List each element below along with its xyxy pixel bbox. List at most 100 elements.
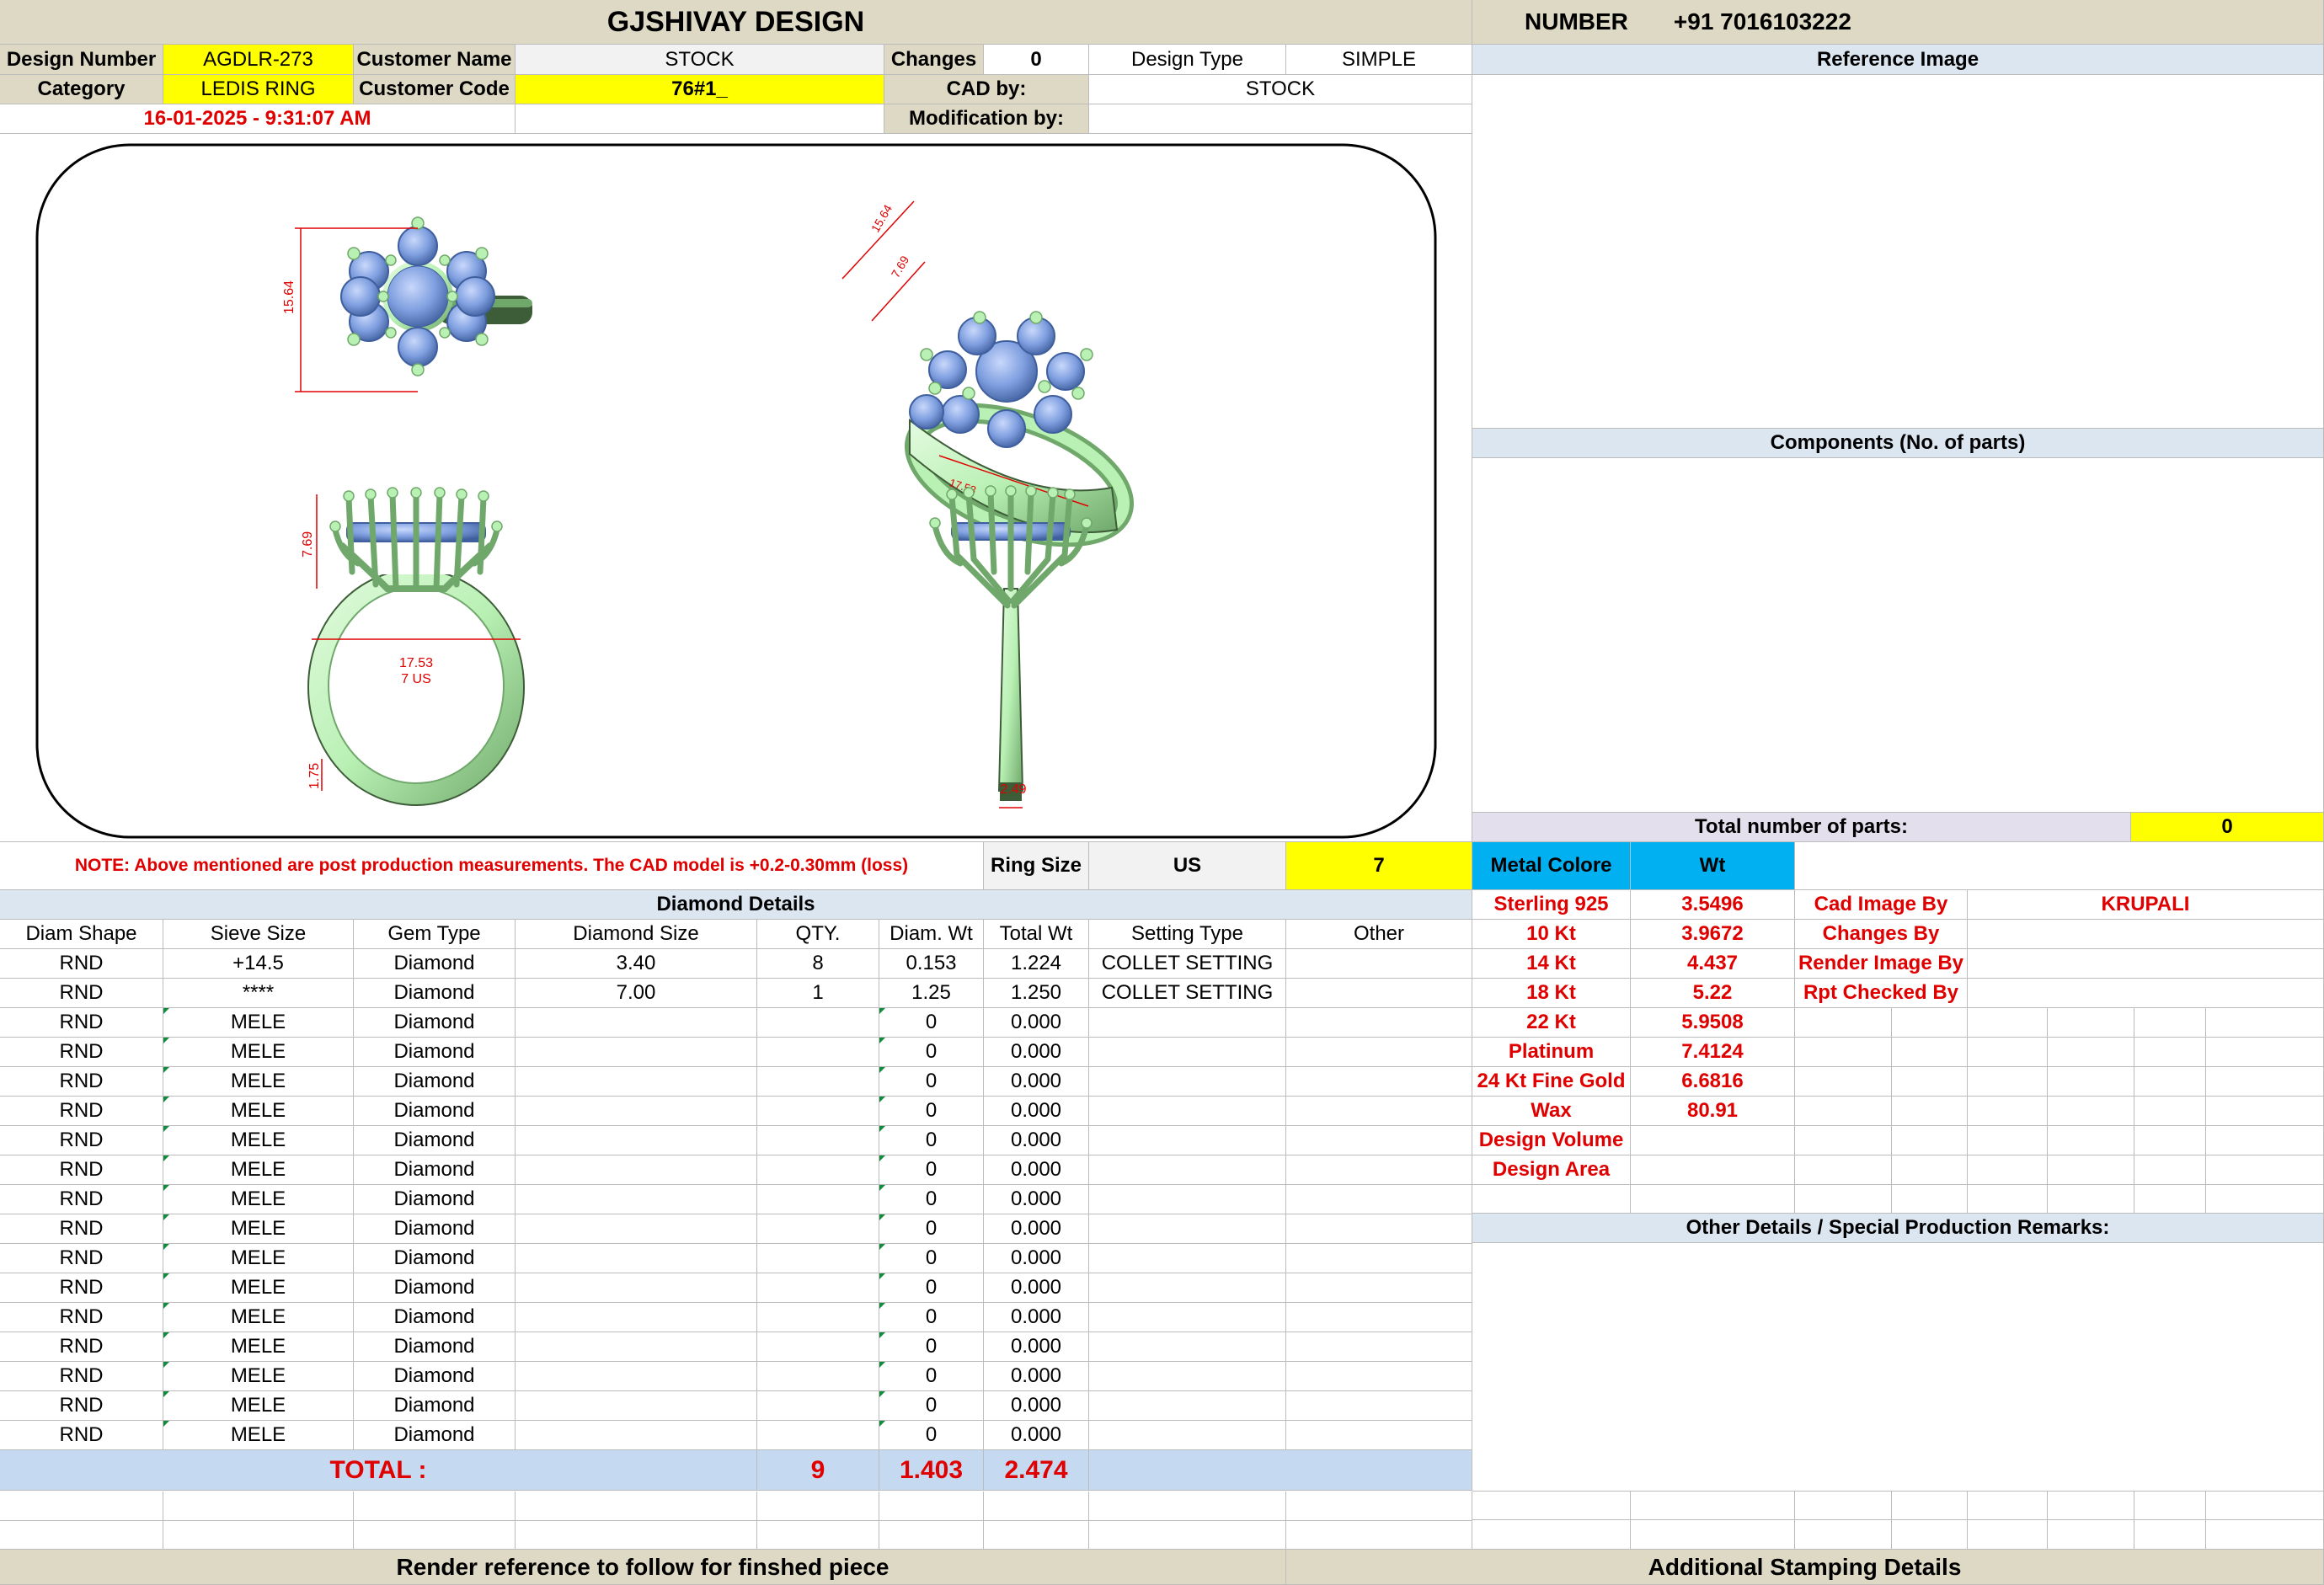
diamond-cell-qty[interactable]: 8 <box>757 949 879 979</box>
diamond-cell-gem-type[interactable]: Diamond <box>354 979 516 1008</box>
blank-cell[interactable] <box>1631 1492 1795 1520</box>
blank-cell[interactable] <box>0 1492 163 1521</box>
diamond-cell-total-wt[interactable]: 0.000 <box>984 1155 1089 1185</box>
metal-grid-cell[interactable] <box>1968 1008 2048 1038</box>
blank-cell[interactable] <box>757 1520 879 1550</box>
diamond-cell-other[interactable] <box>1286 1244 1472 1273</box>
diamond-cell-diam-wt[interactable]: 0 <box>879 1214 984 1244</box>
diamond-cell-setting-type[interactable] <box>1089 1273 1286 1303</box>
metal-wt[interactable]: 5.9508 <box>1631 1008 1795 1038</box>
diamond-cell-diam-shape[interactable]: RND <box>0 1155 163 1185</box>
diamond-cell-sieve-size[interactable]: MELE <box>163 1362 354 1391</box>
metal-grid-cell[interactable] <box>2206 1008 2324 1038</box>
diamond-cell-total-wt[interactable]: 0.000 <box>984 1362 1089 1391</box>
diamond-cell-gem-type[interactable]: Diamond <box>354 1067 516 1097</box>
diamond-cell-diam-shape[interactable]: RND <box>0 1126 163 1155</box>
diamond-cell-diam-wt[interactable]: 0 <box>879 1391 984 1421</box>
metal-grid-cell[interactable] <box>1795 1155 1892 1185</box>
metal-grid-cell[interactable] <box>1968 1097 2048 1126</box>
metal-grid-cell[interactable] <box>1795 1126 1892 1155</box>
diamond-cell-qty[interactable] <box>757 1303 879 1332</box>
blank-cell[interactable] <box>1892 1492 1968 1520</box>
diamond-cell-other[interactable] <box>1286 1362 1472 1391</box>
diamond-cell-setting-type[interactable] <box>1089 1155 1286 1185</box>
blank-cell[interactable] <box>1892 1520 1968 1550</box>
metal-grid-cell[interactable] <box>2048 1038 2134 1067</box>
diamond-cell-diam-shape[interactable]: RND <box>0 1038 163 1067</box>
metal-grid-cell[interactable] <box>2206 1185 2324 1214</box>
metal-wt[interactable]: 4.437 <box>1631 949 1795 979</box>
diamond-cell-diamond-size[interactable] <box>516 1362 757 1391</box>
diamond-cell-other[interactable] <box>1286 1126 1472 1155</box>
metal-blank-cell[interactable] <box>1631 1185 1795 1214</box>
diamond-cell-total-wt[interactable]: 0.000 <box>984 1097 1089 1126</box>
metal-grid-cell[interactable] <box>1795 1038 1892 1067</box>
metal-grid-cell[interactable] <box>1892 1067 1968 1097</box>
diamond-cell-total-wt[interactable]: 0.000 <box>984 1008 1089 1038</box>
diamond-cell-sieve-size[interactable]: MELE <box>163 1244 354 1273</box>
diamond-cell-other[interactable] <box>1286 1332 1472 1362</box>
diamond-cell-diamond-size[interactable] <box>516 1126 757 1155</box>
diamond-cell-diamond-size[interactable] <box>516 1155 757 1185</box>
diamond-cell-total-wt[interactable]: 0.000 <box>984 1038 1089 1067</box>
diamond-cell-other[interactable] <box>1286 949 1472 979</box>
diamond-cell-diam-shape[interactable]: RND <box>0 1185 163 1214</box>
blank-cell[interactable] <box>1472 1492 1631 1520</box>
metal-blank-cell[interactable] <box>1472 1185 1631 1214</box>
category-value[interactable]: LEDIS RING <box>163 75 354 104</box>
metal-grid-cell[interactable] <box>2134 1155 2206 1185</box>
diamond-cell-sieve-size[interactable]: MELE <box>163 1067 354 1097</box>
diamond-cell-setting-type[interactable] <box>1089 1421 1286 1450</box>
metal-grid-cell[interactable] <box>1968 1185 2048 1214</box>
diamond-cell-other[interactable] <box>1286 1008 1472 1038</box>
diamond-cell-other[interactable] <box>1286 1214 1472 1244</box>
diamond-cell-qty[interactable] <box>757 1391 879 1421</box>
diamond-cell-gem-type[interactable]: Diamond <box>354 1303 516 1332</box>
metal-grid-cell[interactable] <box>2048 1185 2134 1214</box>
diamond-cell-setting-type[interactable] <box>1089 1214 1286 1244</box>
diamond-cell-diamond-size[interactable] <box>516 1244 757 1273</box>
diamond-cell-sieve-size[interactable]: MELE <box>163 1185 354 1214</box>
blank-cell[interactable] <box>1968 1492 2048 1520</box>
blank-cell[interactable] <box>984 1492 1089 1521</box>
diamond-cell-gem-type[interactable]: Diamond <box>354 1273 516 1303</box>
metal-wt[interactable]: 7.4124 <box>1631 1038 1795 1067</box>
diamond-cell-diamond-size[interactable] <box>516 1273 757 1303</box>
diamond-cell-total-wt[interactable]: 1.224 <box>984 949 1089 979</box>
diamond-cell-diam-shape[interactable]: RND <box>0 1008 163 1038</box>
diamond-cell-setting-type[interactable] <box>1089 1067 1286 1097</box>
diamond-cell-gem-type[interactable]: Diamond <box>354 1244 516 1273</box>
diamond-cell-total-wt[interactable]: 0.000 <box>984 1421 1089 1450</box>
diamond-cell-gem-type[interactable]: Diamond <box>354 1126 516 1155</box>
diamond-cell-other[interactable] <box>1286 979 1472 1008</box>
diamond-cell-qty[interactable] <box>757 1332 879 1362</box>
diamond-cell-diam-wt[interactable]: 0 <box>879 1067 984 1097</box>
metal-wt[interactable]: 6.6816 <box>1631 1067 1795 1097</box>
diamond-cell-qty[interactable] <box>757 1244 879 1273</box>
blank-cell[interactable] <box>516 1520 757 1550</box>
diamond-cell-setting-type[interactable] <box>1089 1332 1286 1362</box>
diamond-cell-setting-type[interactable] <box>1089 1126 1286 1155</box>
metal-wt[interactable]: 5.22 <box>1631 979 1795 1008</box>
blank-cell[interactable] <box>354 1492 516 1521</box>
diamond-cell-diam-wt[interactable]: 0 <box>879 1273 984 1303</box>
blank-cell[interactable] <box>2134 1492 2206 1520</box>
blank-cell[interactable] <box>163 1520 354 1550</box>
diamond-cell-diam-shape[interactable]: RND <box>0 949 163 979</box>
metal-grid-cell[interactable] <box>1892 1097 1968 1126</box>
diamond-cell-total-wt[interactable]: 0.000 <box>984 1126 1089 1155</box>
metal-grid-cell[interactable] <box>2134 1067 2206 1097</box>
metal-grid-cell[interactable] <box>2134 1008 2206 1038</box>
design-type-value[interactable]: SIMPLE <box>1286 45 1472 75</box>
diamond-cell-other[interactable] <box>1286 1067 1472 1097</box>
total-parts-value[interactable]: 0 <box>2131 813 2324 842</box>
diamond-cell-sieve-size[interactable]: MELE <box>163 1008 354 1038</box>
blank-cell[interactable] <box>879 1520 984 1550</box>
diamond-cell-sieve-size[interactable]: MELE <box>163 1097 354 1126</box>
diamond-cell-sieve-size[interactable]: MELE <box>163 1303 354 1332</box>
customer-name-value[interactable]: STOCK <box>516 45 884 75</box>
blank-cell[interactable] <box>757 1492 879 1521</box>
diamond-cell-sieve-size[interactable]: MELE <box>163 1038 354 1067</box>
diamond-cell-qty[interactable] <box>757 1155 879 1185</box>
diamond-cell-sieve-size[interactable]: **** <box>163 979 354 1008</box>
